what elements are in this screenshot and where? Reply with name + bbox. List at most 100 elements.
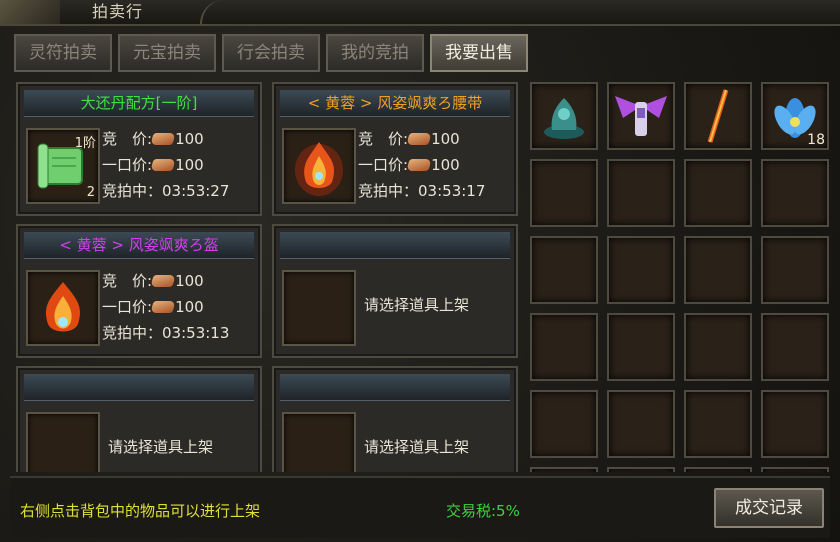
bag-slot[interactable]	[607, 236, 675, 304]
buyout-value: 100	[175, 298, 204, 316]
tab-my-bids[interactable]: 我的竞拍	[326, 34, 424, 72]
bag-slot[interactable]	[607, 313, 675, 381]
item-slot[interactable]	[282, 128, 356, 204]
buyout-row: 一口价: 100	[358, 154, 460, 175]
listing-card[interactable]: < 黄蓉 > 风姿飒爽ろ腰带 竞 价: 100 一口价: 100 竞拍中：03:53…	[272, 82, 518, 216]
time-left: 03:53:27	[162, 182, 230, 200]
bid-label: 竞 价:	[102, 130, 153, 148]
empty-item-slot[interactable]	[282, 270, 356, 346]
tab-sell[interactable]: 我要出售	[430, 34, 528, 72]
bag-slot[interactable]	[761, 313, 829, 381]
ingot-icon	[406, 159, 432, 171]
item-count: 2	[86, 185, 95, 200]
item-count: 18	[807, 132, 825, 148]
bag-slot[interactable]	[761, 467, 829, 472]
empty-item-slot[interactable]	[282, 412, 356, 472]
flame-helmet-icon	[45, 282, 81, 332]
bag-slot[interactable]	[530, 236, 598, 304]
time-row: 竞拍中：03:53:13	[102, 322, 229, 343]
trade-tax: 交易税:5%	[446, 502, 520, 520]
time-row: 竞拍中：03:53:17	[358, 180, 485, 201]
tab-bar: 灵符拍卖 元宝拍卖 行会拍卖 我的竞拍 我要出售	[14, 34, 528, 72]
ingot-icon	[150, 301, 176, 313]
time-row: 竞拍中：03:53:27	[102, 180, 229, 201]
ingot-icon	[150, 133, 176, 145]
listing-area: 大还丹配方[一阶] 1阶 2 竞 价: 100 一口价: 100 竞拍中：03:53…	[14, 80, 518, 472]
bid-value: 100	[175, 272, 204, 290]
flame-belt-icon	[295, 142, 343, 196]
bag-slot[interactable]	[607, 390, 675, 458]
bag-slot[interactable]	[684, 159, 752, 227]
bid-value: 100	[431, 130, 460, 148]
buyout-value: 100	[175, 156, 204, 174]
bag-slot[interactable]	[530, 467, 598, 472]
bid-row: 竞 价: 100	[102, 128, 204, 149]
bag-slot[interactable]	[530, 313, 598, 381]
item-slot[interactable]	[26, 270, 100, 346]
bag-slot[interactable]	[530, 390, 598, 458]
bag-slot[interactable]	[684, 467, 752, 472]
listing-card[interactable]: 大还丹配方[一阶] 1阶 2 竞 价: 100 一口价: 100 竞拍中：03:53…	[16, 82, 262, 216]
time-left: 03:53:13	[162, 324, 230, 342]
bag-slot[interactable]	[607, 82, 675, 150]
bid-row: 竞 价: 100	[102, 270, 204, 291]
empty-slot-label: 请选择道具上架	[364, 296, 470, 314]
jade-pagoda-icon	[544, 98, 584, 139]
empty-slot-label: 请选择道具上架	[108, 438, 214, 456]
bag-slot[interactable]	[530, 159, 598, 227]
bag-grid: 18	[528, 80, 840, 472]
time-label: 竞拍中：	[102, 324, 163, 342]
title-ornament-right	[200, 0, 272, 24]
ingot-icon	[150, 159, 176, 171]
bag-slot[interactable]	[761, 390, 829, 458]
item-level-tag: 1阶	[74, 136, 96, 151]
buyout-row: 一口价: 100	[102, 154, 204, 175]
buyout-label: 一口价:	[358, 156, 409, 174]
auction-window: 拍卖行 灵符拍卖 元宝拍卖 行会拍卖 我的竞拍 我要出售 大还丹配方[一阶] 1…	[0, 0, 840, 542]
sell-hint: 右侧点击背包中的物品可以进行上架	[20, 502, 261, 520]
winged-armor-icon	[615, 96, 667, 136]
tab-guild-auction[interactable]: 行会拍卖	[222, 34, 320, 72]
footer-bar: 右侧点击背包中的物品可以进行上架 交易税:5% 成交记录	[10, 476, 830, 538]
time-label: 竞拍中：	[102, 182, 163, 200]
bag-slot[interactable]	[761, 159, 829, 227]
ingot-icon	[150, 275, 176, 287]
buyout-label: 一口价:	[102, 156, 153, 174]
bid-row: 竞 价: 100	[358, 128, 460, 149]
listing-card[interactable]: < 黄蓉 > 风姿飒爽ろ盔 竞 价: 100 一口价: 100 竞拍中：03:53:…	[16, 224, 262, 358]
title-bar: 拍卖行	[0, 0, 840, 26]
bag-slot[interactable]	[684, 390, 752, 458]
item-slot[interactable]: 1阶 2	[26, 128, 100, 204]
listing-name: < 黄蓉 > 风姿飒爽ろ盔	[24, 232, 254, 259]
bag-slot[interactable]	[761, 236, 829, 304]
bid-value: 100	[175, 130, 204, 148]
empty-listing-card[interactable]: 请选择道具上架	[16, 366, 262, 472]
tab-talisman-auction[interactable]: 灵符拍卖	[14, 34, 112, 72]
bag-slot[interactable]	[684, 313, 752, 381]
bag-slot[interactable]	[607, 467, 675, 472]
bag-slot[interactable]	[607, 159, 675, 227]
empty-listing-card[interactable]: 请选择道具上架	[272, 366, 518, 472]
bag-slot[interactable]	[530, 82, 598, 150]
time-label: 竞拍中：	[358, 182, 419, 200]
empty-item-slot[interactable]	[26, 412, 100, 472]
tab-ingot-auction[interactable]: 元宝拍卖	[118, 34, 216, 72]
listing-name: 大还丹配方[一阶]	[24, 90, 254, 117]
bag-slot[interactable]: 18	[761, 82, 829, 150]
buyout-row: 一口价: 100	[102, 296, 204, 317]
window-title: 拍卖行	[92, 2, 144, 21]
bid-label: 竞 价:	[102, 272, 153, 290]
flame-sword-icon	[707, 89, 729, 143]
ingot-icon	[406, 133, 432, 145]
buyout-label: 一口价:	[102, 298, 153, 316]
title-ornament-left	[0, 0, 60, 24]
transaction-records-button[interactable]: 成交记录	[714, 488, 824, 528]
empty-slot-label: 请选择道具上架	[364, 438, 470, 456]
empty-listing-card[interactable]: 请选择道具上架	[272, 224, 518, 358]
time-left: 03:53:17	[418, 182, 486, 200]
empty-card-header	[24, 374, 254, 401]
bid-label: 竞 价:	[358, 130, 409, 148]
bag-slot[interactable]	[684, 82, 752, 150]
buyout-value: 100	[431, 156, 460, 174]
bag-slot[interactable]	[684, 236, 752, 304]
